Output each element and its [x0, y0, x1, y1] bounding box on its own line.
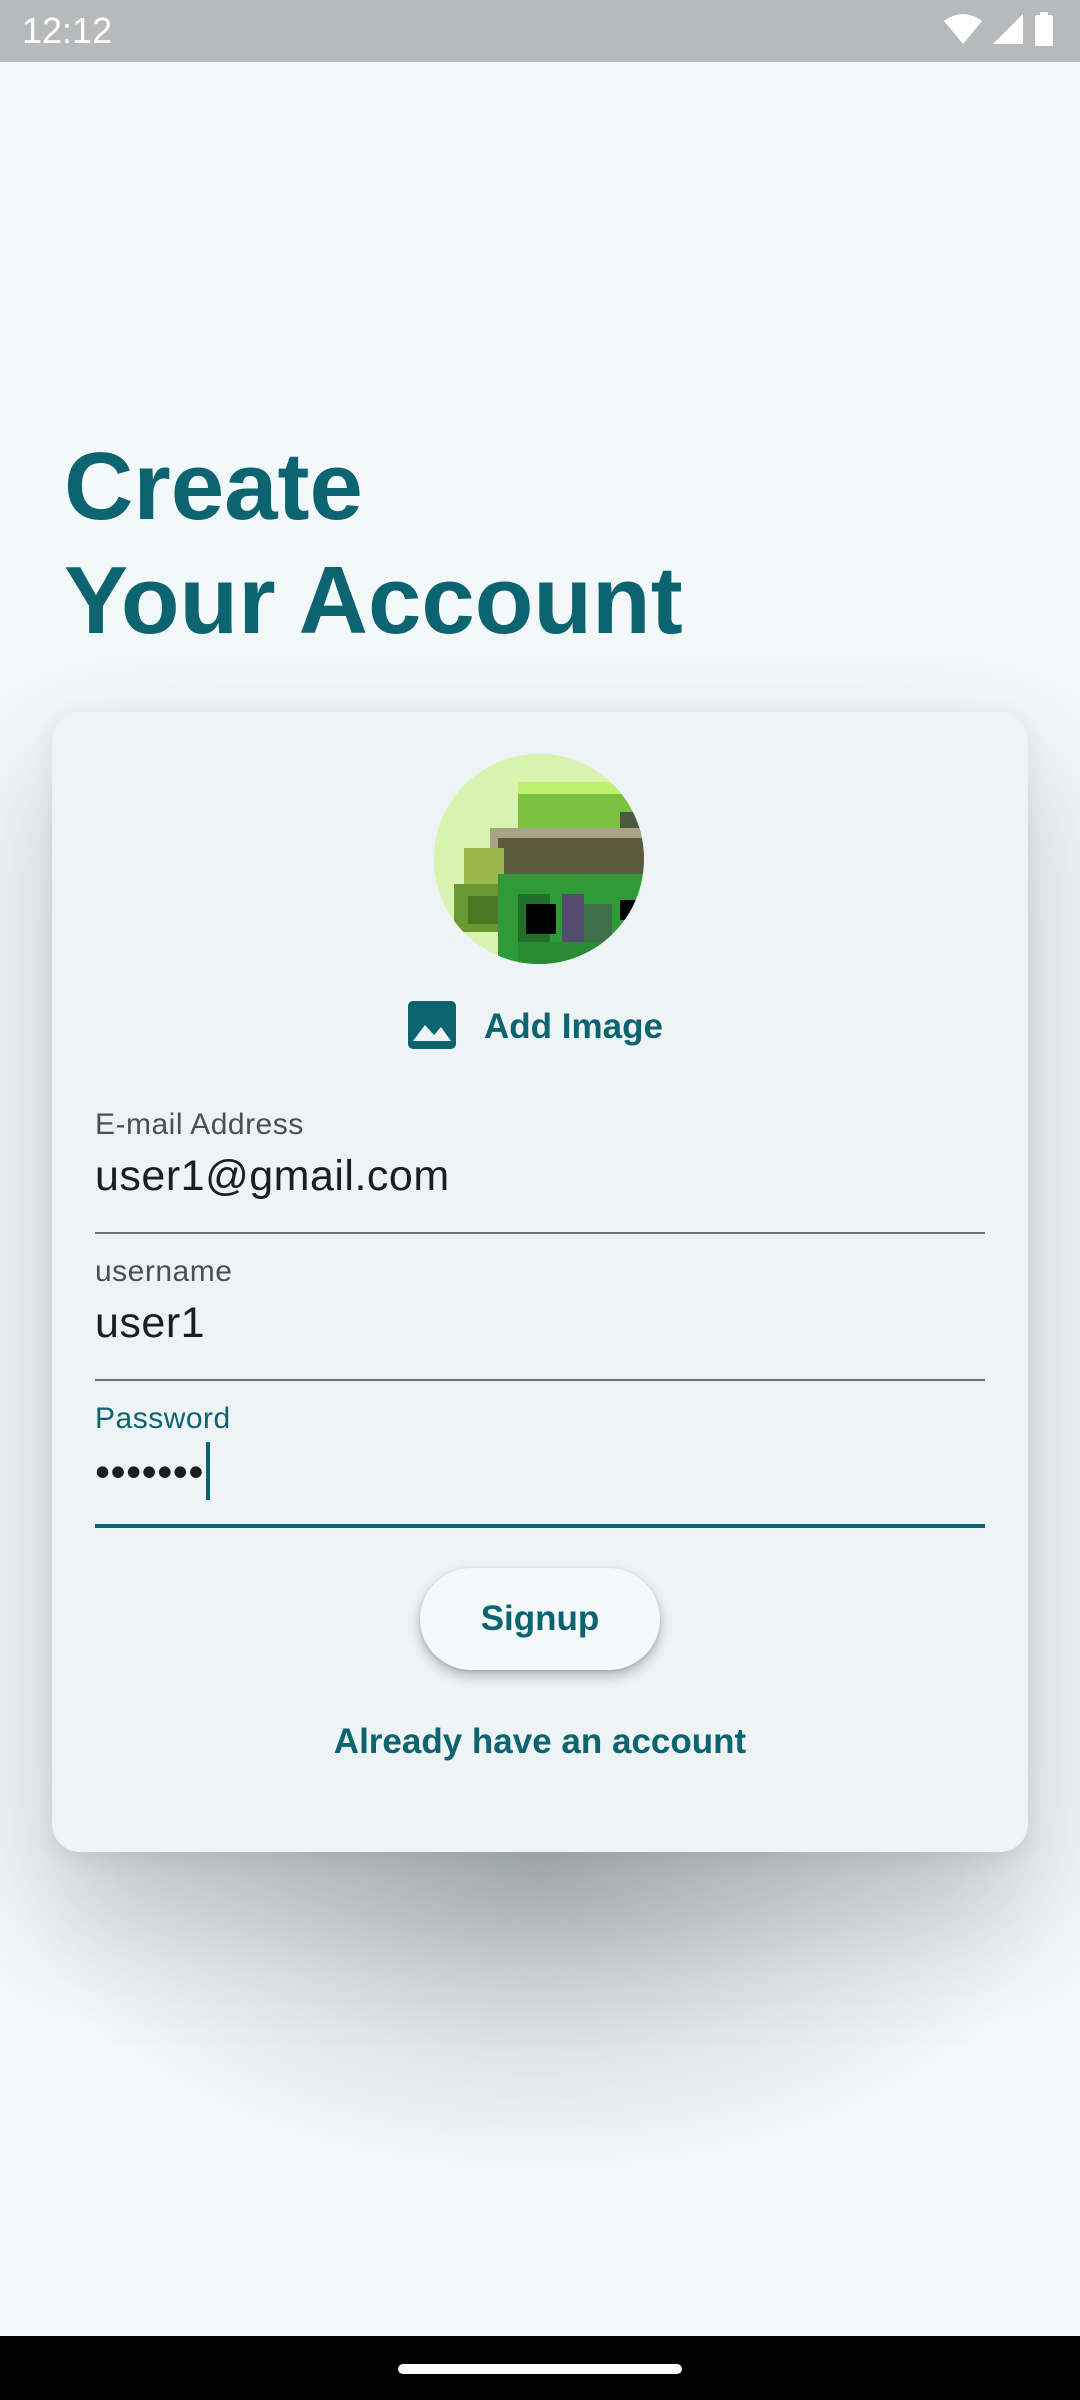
add-image-button[interactable]: Add Image: [408, 1000, 663, 1054]
email-field-underline: [95, 1232, 985, 1234]
page-title: Create Your Account: [64, 430, 683, 658]
cellular-signal-icon: [992, 13, 1024, 50]
avatar[interactable]: [434, 754, 644, 964]
pixel-art-avatar: [434, 754, 644, 964]
text-cursor: [205, 1442, 210, 1500]
home-indicator[interactable]: [398, 2364, 682, 2374]
already-have-account-link[interactable]: Already have an account: [52, 1722, 1028, 1762]
email-field[interactable]: E-mail Address user1@gmail.com: [95, 1108, 985, 1248]
status-bar: 12:12: [0, 0, 1080, 62]
username-field-underline: [95, 1379, 985, 1381]
image-icon: [408, 1000, 456, 1054]
signup-button[interactable]: Signup: [420, 1568, 660, 1670]
page-title-line1: Create: [64, 433, 363, 540]
page-title-line2: Your Account: [64, 547, 683, 654]
status-icons: [944, 11, 1054, 51]
signup-card: Add Image E-mail Address user1@gmail.com…: [52, 712, 1028, 1852]
navigation-bar: [0, 2336, 1080, 2400]
username-field-label: username: [95, 1255, 233, 1288]
username-field[interactable]: username user1: [95, 1255, 985, 1395]
status-time: 12:12: [22, 10, 113, 51]
wifi-icon: [944, 13, 982, 50]
email-field-label: E-mail Address: [95, 1108, 304, 1141]
password-field-underline: [95, 1524, 985, 1528]
password-field-value: •••••••: [95, 1448, 204, 1497]
username-field-value[interactable]: user1: [95, 1299, 205, 1348]
password-field-value-wrap[interactable]: •••••••: [95, 1442, 210, 1504]
password-field-label: Password: [95, 1402, 231, 1435]
battery-icon: [1034, 11, 1054, 51]
email-field-value[interactable]: user1@gmail.com: [95, 1152, 450, 1201]
password-field[interactable]: Password •••••••: [95, 1402, 985, 1542]
add-image-label: Add Image: [484, 1007, 663, 1046]
